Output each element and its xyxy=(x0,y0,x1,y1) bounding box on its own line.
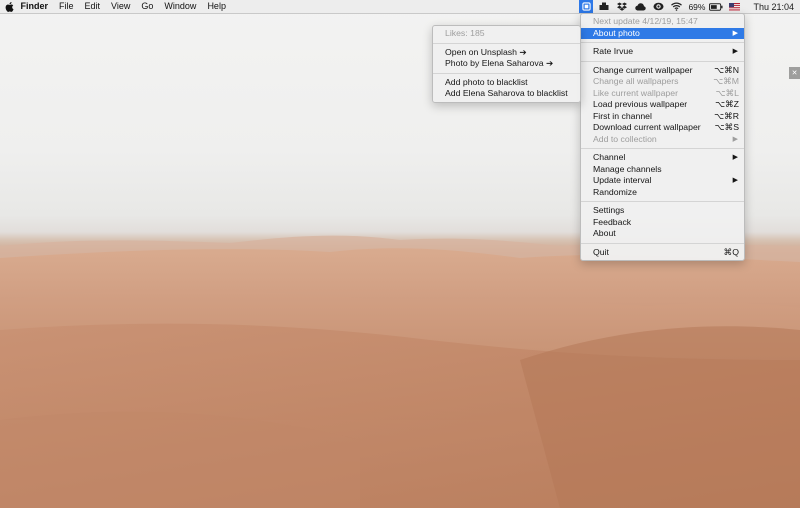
menubar-view[interactable]: View xyxy=(106,0,136,13)
likes-count: Likes: 185 xyxy=(445,28,485,38)
menubar-clock[interactable]: Thu 21:04 xyxy=(753,2,794,12)
like-label: Like current wallpaper xyxy=(593,87,678,98)
menu-settings[interactable]: Settings xyxy=(581,205,744,217)
about-photo-submenu: Likes: 185 Open on Unsplash ➔ Photo by E… xyxy=(432,25,581,103)
submenu-arrow-icon: ▶ xyxy=(732,29,738,37)
shortcut-label: ⌘Q xyxy=(723,246,739,257)
submenu-likes: Likes: 185 xyxy=(433,28,580,40)
menu-separator xyxy=(433,42,580,44)
menu-separator xyxy=(433,72,580,74)
submenu-arrow-icon: ▶ xyxy=(732,135,738,143)
randomize-label: Randomize xyxy=(593,186,637,197)
add-to-collection-label: Add to collection xyxy=(593,133,657,144)
eye-icon[interactable] xyxy=(651,0,665,13)
battery-icon[interactable] xyxy=(709,0,724,13)
menu-like-current-wallpaper: Like current wallpaper ⌥⌘L xyxy=(581,88,744,100)
menu-about[interactable]: About xyxy=(581,228,744,240)
shortcut-label: ⌥⌘M xyxy=(713,76,739,86)
first-in-channel-label: First in channel xyxy=(593,110,652,121)
menu-separator xyxy=(581,242,744,244)
feedback-label: Feedback xyxy=(593,216,632,227)
menu-channel[interactable]: Channel ▶ xyxy=(581,152,744,164)
load-previous-label: Load previous wallpaper xyxy=(593,99,688,109)
dropbox-icon[interactable] xyxy=(615,0,629,13)
menu-bar: Finder File Edit View Go Window Help 69% xyxy=(0,0,800,14)
submenu-add-author-blacklist[interactable]: Add Elena Saharova to blacklist xyxy=(433,88,580,100)
menubar-help[interactable]: Help xyxy=(202,0,232,13)
channel-label: Channel xyxy=(593,152,626,162)
irvue-menu: Next update 4/12/19, 15:47 About photo ▶ … xyxy=(580,13,745,261)
wifi-icon[interactable] xyxy=(669,0,683,13)
menu-separator xyxy=(581,201,744,202)
about-label: About xyxy=(593,228,616,238)
menu-add-to-collection: Add to collection ▶ xyxy=(581,134,744,146)
shortcut-label: ⌥⌘R xyxy=(714,110,739,121)
submenu-arrow-icon: ▶ xyxy=(732,177,738,184)
menu-separator xyxy=(581,60,744,62)
submenu-open-on-unsplash[interactable]: Open on Unsplash ➔ xyxy=(433,47,580,59)
shortcut-label: ⌥⌘Z xyxy=(714,99,739,109)
submenu-arrow-icon: ▶ xyxy=(732,48,738,55)
menubar-window[interactable]: Window xyxy=(159,0,202,13)
menu-download-current-wallpaper[interactable]: Download current wallpaper ⌥⌘S xyxy=(581,122,744,134)
about-photo-label: About photo xyxy=(593,27,640,38)
apple-icon[interactable] xyxy=(3,0,15,13)
next-update-label: Next update 4/12/19, 15:47 xyxy=(593,16,698,26)
settings-label: Settings xyxy=(593,205,625,215)
printer-icon[interactable] xyxy=(597,0,611,13)
shortcut-label: ⌥⌘S xyxy=(714,122,740,132)
menu-feedback[interactable]: Feedback xyxy=(581,217,744,229)
menu-update-interval[interactable]: Update interval ▶ xyxy=(581,175,744,187)
us-flag-icon[interactable] xyxy=(727,0,741,13)
add-author-blacklist-label: Add Elena Saharova to blacklist xyxy=(445,88,568,98)
change-current-label: Change current wallpaper xyxy=(593,64,693,75)
open-unsplash-label: Open on Unsplash ➔ xyxy=(445,46,527,57)
menu-rate-irvue[interactable]: Rate Irvue ▶ xyxy=(581,46,744,58)
menu-manage-channels[interactable]: Manage channels xyxy=(581,164,744,176)
menu-load-previous-wallpaper[interactable]: Load previous wallpaper ⌥⌘Z xyxy=(581,99,744,111)
quit-label: Quit xyxy=(593,246,609,257)
add-photo-blacklist-label: Add photo to blacklist xyxy=(445,76,528,87)
download-label: Download current wallpaper xyxy=(593,122,701,132)
submenu-photo-by[interactable]: Photo by Elena Saharova ➔ xyxy=(433,58,580,70)
irvue-icon[interactable] xyxy=(579,0,594,13)
close-icon[interactable]: ✕ xyxy=(789,67,800,79)
submenu-add-photo-blacklist[interactable]: Add photo to blacklist xyxy=(433,77,580,89)
update-interval-label: Update interval xyxy=(593,175,652,185)
shortcut-label: ⌥⌘N xyxy=(714,64,739,75)
photo-by-label: Photo by Elena Saharova ➔ xyxy=(445,58,554,68)
menubar-go[interactable]: Go xyxy=(136,0,159,13)
submenu-arrow-icon: ▶ xyxy=(732,154,738,161)
menu-next-update: Next update 4/12/19, 15:47 xyxy=(581,16,744,28)
creative-cloud-icon[interactable] xyxy=(633,0,647,13)
menu-quit[interactable]: Quit ⌘Q xyxy=(581,247,744,259)
menu-change-all-wallpapers: Change all wallpapers ⌥⌘M xyxy=(581,76,744,88)
menu-separator xyxy=(581,42,744,43)
manage-channels-label: Manage channels xyxy=(593,163,662,174)
shortcut-label: ⌥⌘L xyxy=(715,87,739,98)
rate-label: Rate Irvue xyxy=(593,46,634,56)
status-area: 69% Thu 21:04 xyxy=(577,0,800,13)
menu-separator xyxy=(581,148,744,149)
menubar-edit[interactable]: Edit xyxy=(79,0,106,13)
change-all-label: Change all wallpapers xyxy=(593,76,679,86)
menu-first-in-channel[interactable]: First in channel ⌥⌘R xyxy=(581,111,744,123)
menu-change-current-wallpaper[interactable]: Change current wallpaper ⌥⌘N xyxy=(581,65,744,77)
menu-about-photo[interactable]: About photo ▶ xyxy=(581,27,744,39)
battery-percent: 69% xyxy=(688,1,706,12)
menubar-file[interactable]: File xyxy=(54,0,80,13)
menubar-app-name[interactable]: Finder xyxy=(15,0,54,13)
menu-randomize[interactable]: Randomize xyxy=(581,187,744,199)
